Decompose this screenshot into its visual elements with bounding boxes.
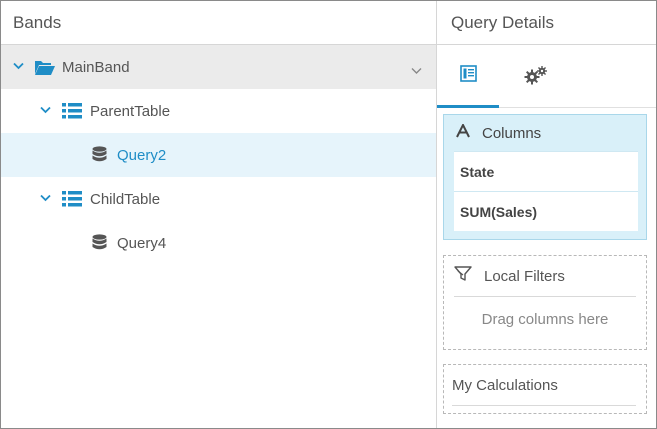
tree-item-childtable[interactable]: ChildTable: [1, 177, 436, 221]
query-details-title: Query Details: [437, 1, 656, 45]
tab-query-settings[interactable]: [505, 45, 567, 108]
chevron-down-icon[interactable]: [40, 194, 51, 204]
tab-query-fields[interactable]: [437, 45, 499, 108]
bands-panel: Bands MainBand ParentTable Query2 ChildT…: [1, 1, 437, 428]
chevron-down-icon[interactable]: [13, 62, 24, 72]
filter-icon: [454, 266, 472, 286]
database-icon: [92, 146, 107, 168]
tree-item-mainband[interactable]: MainBand: [1, 45, 436, 89]
tree-item-query4[interactable]: Query4: [1, 221, 436, 265]
tree-item-label: Query4: [117, 235, 167, 252]
columns-drop-zone[interactable]: Columns State SUM(Sales): [443, 114, 647, 240]
query-details-panel: Query Details Columns State SUM(Sales) L…: [437, 1, 656, 428]
tree-item-label: ChildTable: [90, 191, 161, 208]
query-details-tabs: [437, 45, 656, 108]
tree-item-parenttable[interactable]: ParentTable: [1, 89, 436, 133]
text-font-icon: [456, 122, 470, 142]
app-frame: Bands MainBand ParentTable Query2 ChildT…: [0, 0, 657, 429]
bands-tree: MainBand ParentTable Query2 ChildTable Q…: [1, 45, 436, 265]
local-filters-header: Local Filters: [454, 256, 636, 297]
band-options-chevron-icon[interactable]: [411, 62, 422, 79]
columns-header: Columns: [444, 115, 646, 151]
tree-item-label: ParentTable: [90, 103, 171, 120]
local-filters-heading: Local Filters: [484, 267, 565, 285]
table-list-icon: [62, 191, 82, 211]
my-calculations-heading: My Calculations: [452, 365, 636, 406]
columns-heading: Columns: [482, 124, 542, 142]
gears-icon: [524, 65, 548, 89]
folder-open-icon: [34, 59, 56, 80]
tree-item-label: Query2: [117, 147, 167, 164]
database-icon: [92, 234, 107, 256]
chevron-down-icon[interactable]: [40, 106, 51, 116]
bands-title: Bands: [1, 1, 436, 45]
my-calculations-drop-zone[interactable]: My Calculations: [443, 364, 647, 414]
tree-item-label: MainBand: [62, 59, 130, 76]
table-view-icon: [459, 64, 477, 86]
table-list-icon: [62, 103, 82, 123]
local-filters-drop-zone[interactable]: Local Filters Drag columns here: [443, 255, 647, 350]
column-item-state[interactable]: State: [454, 151, 638, 191]
column-item-sum-sales[interactable]: SUM(Sales): [454, 191, 638, 231]
tree-item-query2[interactable]: Query2: [1, 133, 436, 177]
drag-columns-hint: Drag columns here: [481, 311, 609, 328]
